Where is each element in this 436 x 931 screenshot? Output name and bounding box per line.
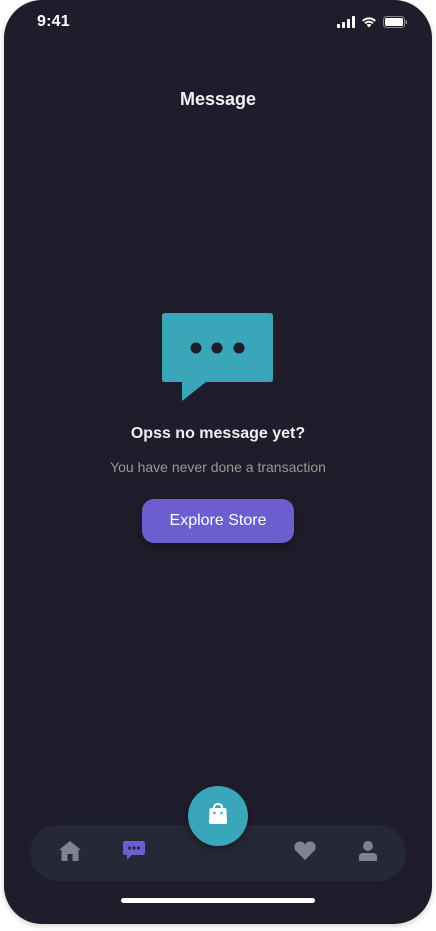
- user-icon: [358, 840, 378, 866]
- explore-store-button[interactable]: Explore Store: [142, 499, 294, 543]
- page-title: Message: [179, 89, 257, 109]
- status-bar: 9:41: [4, 0, 432, 44]
- nav-messages[interactable]: [120, 839, 148, 867]
- signal-icon: [337, 15, 355, 33]
- empty-state: Opss no message yet? You have never done…: [4, 313, 432, 543]
- nav-wishlist[interactable]: [291, 839, 319, 867]
- nav-cart-button[interactable]: [188, 786, 248, 846]
- heart-icon: [294, 841, 316, 865]
- home-indicator: [121, 898, 315, 903]
- empty-title: Opss no message yet?: [130, 425, 306, 442]
- empty-subtitle: You have never done a transaction: [110, 459, 326, 475]
- status-icons: [337, 15, 408, 33]
- wifi-icon: [361, 15, 377, 33]
- nav-home[interactable]: [56, 839, 84, 867]
- nav-profile[interactable]: [354, 839, 382, 867]
- chat-icon: [123, 841, 145, 865]
- battery-icon: [383, 15, 408, 33]
- chat-bubble-icon: [4, 313, 432, 403]
- phone-screen: 9:41 Message Opss no message yet? You ha…: [4, 0, 432, 924]
- shopping-bag-icon: [208, 802, 228, 830]
- status-time: 9:41: [37, 13, 70, 30]
- home-icon: [59, 840, 81, 866]
